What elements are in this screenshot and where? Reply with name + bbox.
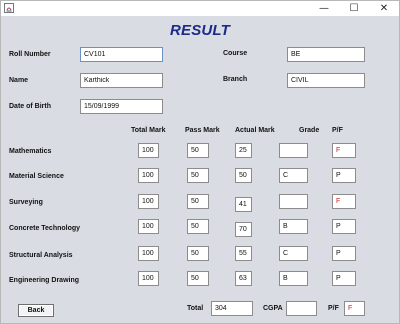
title-bar: — ☐ ✕: [1, 1, 399, 16]
actual-mark-header: Actual Mark: [235, 127, 275, 134]
actual-mark-field[interactable]: [235, 197, 252, 212]
back-button[interactable]: Back: [18, 304, 54, 317]
course-label: Course: [223, 50, 248, 57]
grade-field[interactable]: [279, 219, 308, 234]
pass-mark-field[interactable]: [187, 271, 209, 286]
actual-mark-field[interactable]: [235, 222, 252, 237]
subject-name: Structural Analysis: [9, 252, 73, 259]
cgpa-label: CGPA: [263, 305, 283, 312]
subject-name: Mathematics: [9, 148, 52, 155]
total-mark-field[interactable]: [138, 271, 159, 286]
dob-field[interactable]: [80, 99, 163, 114]
minimize-button[interactable]: —: [309, 1, 339, 16]
actual-mark-field[interactable]: [235, 143, 252, 158]
pf-field[interactable]: [332, 168, 356, 183]
pf-field[interactable]: [332, 194, 356, 209]
final-pf-label: P/F: [328, 305, 339, 312]
pass-mark-header: Pass Mark: [185, 127, 220, 134]
roll-number-label: Roll Number: [9, 51, 51, 58]
pf-field[interactable]: [332, 246, 356, 261]
grade-header: Grade: [299, 127, 320, 134]
page-title: RESULT: [169, 22, 231, 39]
result-window: — ☐ ✕ RESULT Roll Number Course Name Bra…: [0, 0, 400, 324]
result-form: RESULT Roll Number Course Name Branch Da…: [1, 16, 399, 323]
grade-field[interactable]: [279, 168, 308, 183]
pf-field[interactable]: [332, 219, 356, 234]
subject-name: Engineering Drawing: [9, 277, 80, 284]
subject-name: Material Science: [9, 173, 64, 180]
total-mark-field[interactable]: [138, 246, 159, 261]
grade-field[interactable]: [279, 271, 308, 286]
java-icon: [4, 3, 14, 13]
total-label: Total: [187, 305, 204, 312]
pass-mark-field[interactable]: [187, 168, 209, 183]
dob-label: Date of Birth: [9, 103, 51, 110]
total-mark-field[interactable]: [138, 143, 159, 158]
course-field[interactable]: [287, 47, 365, 62]
maximize-button[interactable]: ☐: [339, 1, 369, 16]
grade-field[interactable]: [279, 246, 308, 261]
subject-name: Surveying: [9, 199, 43, 206]
pf-field[interactable]: [332, 271, 356, 286]
total-mark-header: Total Mark: [131, 127, 166, 134]
actual-mark-field[interactable]: [235, 246, 252, 261]
name-field[interactable]: [80, 73, 163, 88]
pass-mark-field[interactable]: [187, 219, 209, 234]
name-label: Name: [9, 77, 29, 84]
total-mark-field[interactable]: [138, 168, 159, 183]
pass-mark-field[interactable]: [187, 246, 209, 261]
branch-field[interactable]: [287, 73, 365, 88]
pass-mark-field[interactable]: [187, 143, 209, 158]
branch-label: Branch: [223, 76, 248, 83]
final-pf-field[interactable]: [344, 301, 365, 316]
pf-field[interactable]: [332, 143, 356, 158]
pf-header: P/F: [332, 127, 343, 134]
grade-field[interactable]: [279, 194, 308, 209]
actual-mark-field[interactable]: [235, 271, 252, 286]
close-button[interactable]: ✕: [369, 1, 399, 16]
pass-mark-field[interactable]: [187, 194, 209, 209]
actual-mark-field[interactable]: [235, 168, 252, 183]
total-mark-field[interactable]: [138, 194, 159, 209]
total-field[interactable]: [211, 301, 253, 316]
subject-name: Concrete Technology: [9, 225, 81, 232]
cgpa-field[interactable]: [286, 301, 317, 316]
total-mark-field[interactable]: [138, 219, 159, 234]
roll-number-field[interactable]: [80, 47, 163, 62]
grade-field[interactable]: [279, 143, 308, 158]
